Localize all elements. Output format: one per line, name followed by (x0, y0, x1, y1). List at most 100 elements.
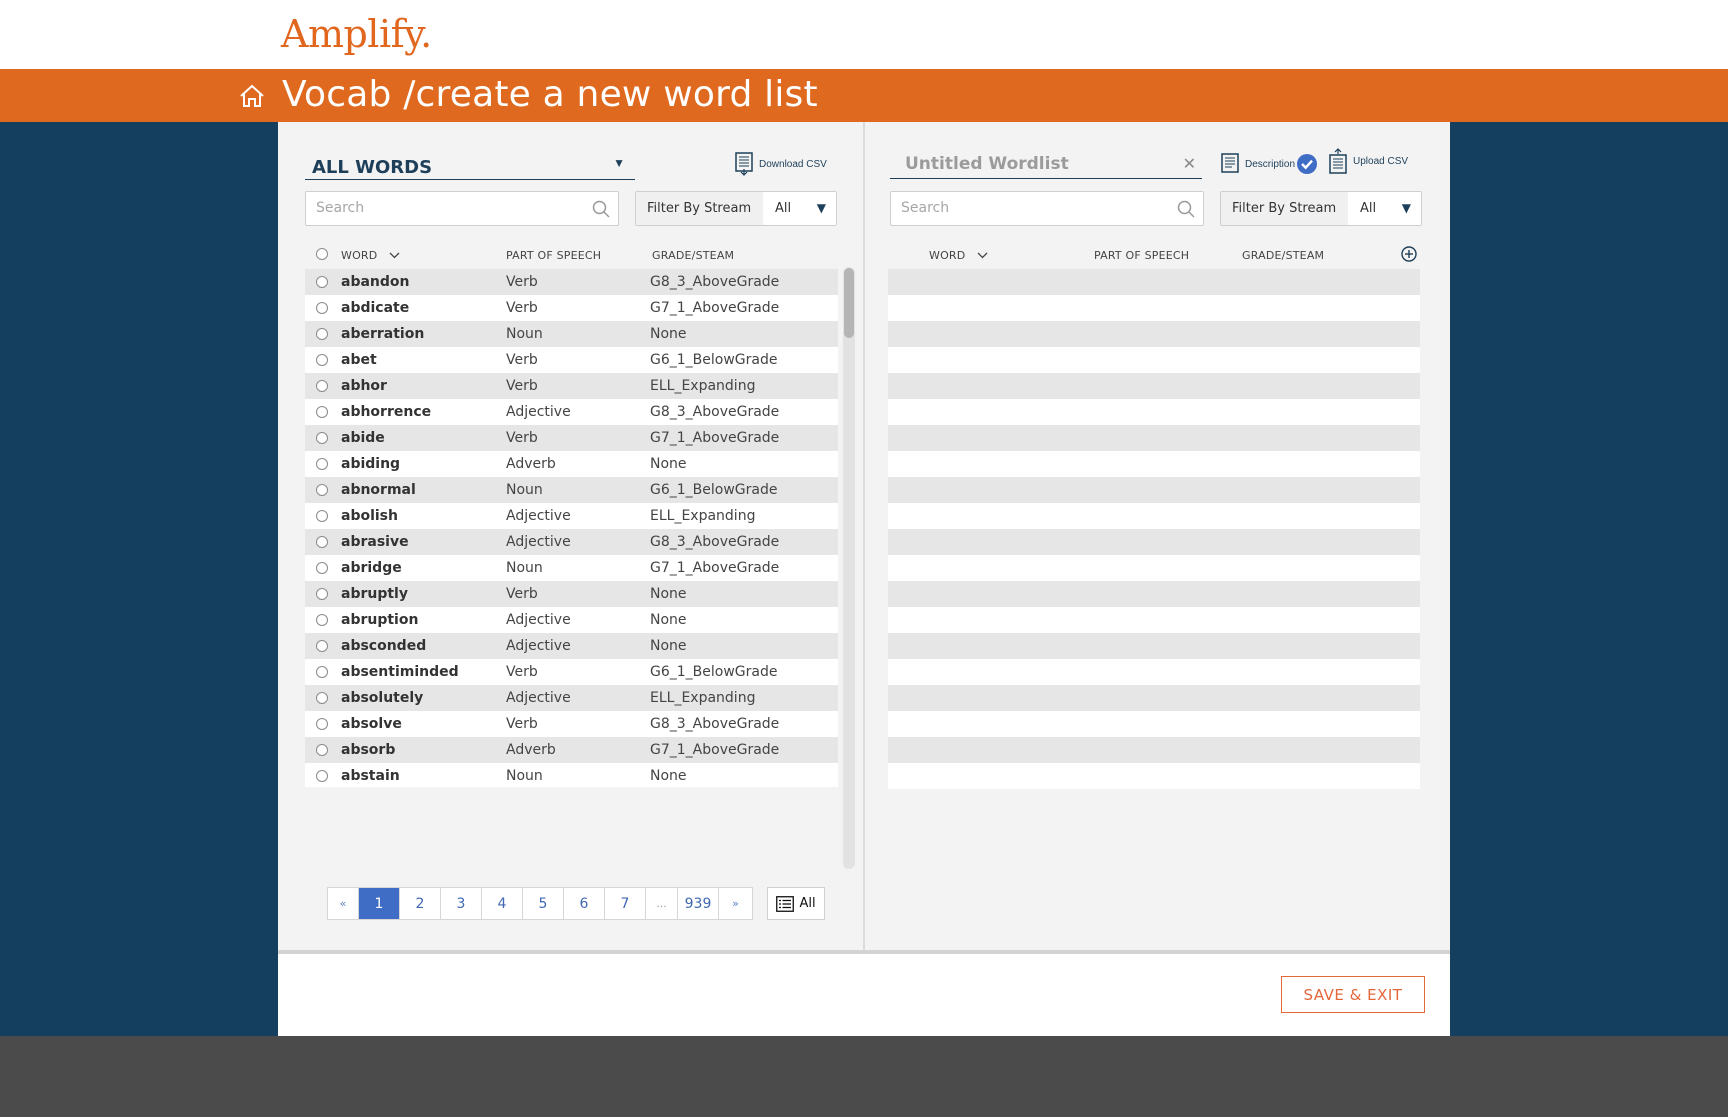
left-scrollbar[interactable] (843, 267, 855, 869)
word-row[interactable]: abhorrence Adjective G8_3_AboveGrade (305, 399, 838, 425)
pos-cell: Adverb (506, 742, 556, 758)
row-select-radio[interactable] (316, 276, 328, 288)
word-row[interactable]: abandon Verb G8_3_AboveGrade (305, 269, 838, 295)
caret-down-icon: ▼ (1401, 201, 1411, 215)
row-select-radio[interactable] (316, 484, 328, 496)
pagination-page[interactable]: 939 (678, 888, 719, 919)
pagination-next[interactable]: » (719, 888, 752, 919)
scrollbar-thumb[interactable] (844, 268, 854, 338)
wordlist-title-input[interactable] (905, 154, 1165, 174)
word-row[interactable]: abolish Adjective ELL_Expanding (305, 503, 838, 529)
stream-select[interactable]: All ▼ (1348, 192, 1421, 225)
pos-cell: Verb (506, 274, 538, 290)
download-csv-button[interactable]: Download CSV (734, 152, 827, 176)
show-all-button[interactable]: All (767, 887, 825, 920)
row-select-radio[interactable] (316, 432, 328, 444)
left-search-input[interactable] (316, 200, 576, 216)
home-icon[interactable] (238, 82, 266, 110)
upload-csv-button[interactable]: Upload CSV (1328, 147, 1408, 175)
row-select-radio[interactable] (316, 666, 328, 678)
word-cell: absorb (341, 742, 396, 758)
amplify-logo[interactable]: Amplify. (281, 12, 432, 56)
pagination-page[interactable]: 2 (400, 888, 441, 919)
stream-select-value: All (1360, 201, 1377, 216)
row-select-radio[interactable] (316, 354, 328, 366)
pagination-page[interactable]: 5 (523, 888, 564, 919)
grade-cell: None (650, 768, 687, 784)
word-cell: abet (341, 352, 377, 368)
grade-column-header: GRADE/STEAM (652, 249, 735, 262)
row-select-radio[interactable] (316, 536, 328, 548)
add-circle-icon[interactable] (1401, 246, 1417, 262)
pagination-prev[interactable]: « (328, 888, 359, 919)
word-column-header[interactable]: WORD (341, 249, 400, 262)
word-row[interactable]: abruption Adjective None (305, 607, 838, 633)
row-select-radio[interactable] (316, 640, 328, 652)
left-stream-filter[interactable]: Filter By Stream All ▼ (635, 191, 837, 226)
clear-title-icon[interactable]: ✕ (1183, 154, 1196, 174)
word-row[interactable]: abiding Adverb None (305, 451, 838, 477)
save-exit-button[interactable]: SAVE & EXIT (1281, 976, 1425, 1013)
word-row[interactable]: absorb Adverb G7_1_AboveGrade (305, 737, 838, 763)
list-icon (776, 895, 795, 912)
row-select-radio[interactable] (316, 614, 328, 626)
word-row[interactable]: abnormal Noun G6_1_BelowGrade (305, 477, 838, 503)
pagination-page[interactable]: 3 (441, 888, 482, 919)
grade-cell: None (650, 326, 687, 342)
row-select-radio[interactable] (316, 406, 328, 418)
row-select-radio[interactable] (316, 770, 328, 782)
grade-cell: ELL_Expanding (650, 508, 756, 524)
row-select-radio[interactable] (316, 744, 328, 756)
word-row[interactable]: abruptly Verb None (305, 581, 838, 607)
all-words-table: abandon Verb G8_3_AboveGrade abdicate Verb G7… (305, 269, 838, 787)
right-stream-filter[interactable]: Filter By Stream All ▼ (1220, 191, 1422, 226)
sort-chevron-icon[interactable] (389, 249, 400, 262)
row-select-radio[interactable] (316, 458, 328, 470)
word-row[interactable]: absolve Verb G8_3_AboveGrade (305, 711, 838, 737)
row-select-radio[interactable] (316, 562, 328, 574)
grade-cell: G6_1_BelowGrade (650, 482, 778, 498)
word-cell: abruption (341, 612, 419, 628)
word-row[interactable]: abrasive Adjective G8_3_AboveGrade (305, 529, 838, 555)
pos-column-header: PART OF SPEECH (1094, 249, 1190, 262)
search-icon[interactable] (1177, 200, 1195, 218)
word-column-header[interactable]: WORD (929, 249, 988, 262)
word-row[interactable]: aberration Noun None (305, 321, 838, 347)
word-row[interactable]: abhor Verb ELL_Expanding (305, 373, 838, 399)
empty-row (888, 503, 1420, 529)
word-cell: abiding (341, 456, 401, 472)
word-row[interactable]: abet Verb G6_1_BelowGrade (305, 347, 838, 373)
pagination-page[interactable]: 7 (605, 888, 646, 919)
select-all-radio[interactable] (316, 248, 328, 260)
word-cell: abhor (341, 378, 387, 394)
row-select-radio[interactable] (316, 718, 328, 730)
word-list-select[interactable]: ALL WORDS ▼ (305, 152, 635, 180)
pagination-page[interactable]: 4 (482, 888, 523, 919)
pagination-page[interactable]: 6 (564, 888, 605, 919)
pagination-ellipsis[interactable]: ... (646, 888, 678, 919)
sort-chevron-icon[interactable] (977, 249, 988, 262)
stream-select[interactable]: All ▼ (763, 192, 836, 225)
top-bar: Amplify. (0, 0, 1728, 69)
empty-row (888, 607, 1420, 633)
word-row[interactable]: absolutely Adjective ELL_Expanding (305, 685, 838, 711)
row-select-radio[interactable] (316, 380, 328, 392)
upload-csv-label: Upload CSV (1353, 155, 1409, 167)
row-select-radio[interactable] (316, 302, 328, 314)
row-select-radio[interactable] (316, 588, 328, 600)
grade-cell: G7_1_AboveGrade (650, 560, 780, 576)
search-icon[interactable] (592, 200, 610, 218)
row-select-radio[interactable] (316, 328, 328, 340)
word-row[interactable]: abstain Noun None (305, 763, 838, 787)
word-row[interactable]: abide Verb G7_1_AboveGrade (305, 425, 838, 451)
row-select-radio[interactable] (316, 692, 328, 704)
row-select-radio[interactable] (316, 510, 328, 522)
right-search-input[interactable] (901, 200, 1161, 216)
word-row[interactable]: abdicate Verb G7_1_AboveGrade (305, 295, 838, 321)
caret-down-icon: ▼ (816, 201, 826, 215)
word-row[interactable]: absconded Adjective None (305, 633, 838, 659)
description-button[interactable]: Description (1220, 152, 1318, 176)
word-row[interactable]: abridge Noun G7_1_AboveGrade (305, 555, 838, 581)
pagination-page[interactable]: 1 (359, 888, 400, 919)
word-row[interactable]: absentiminded Verb G6_1_BelowGrade (305, 659, 838, 685)
